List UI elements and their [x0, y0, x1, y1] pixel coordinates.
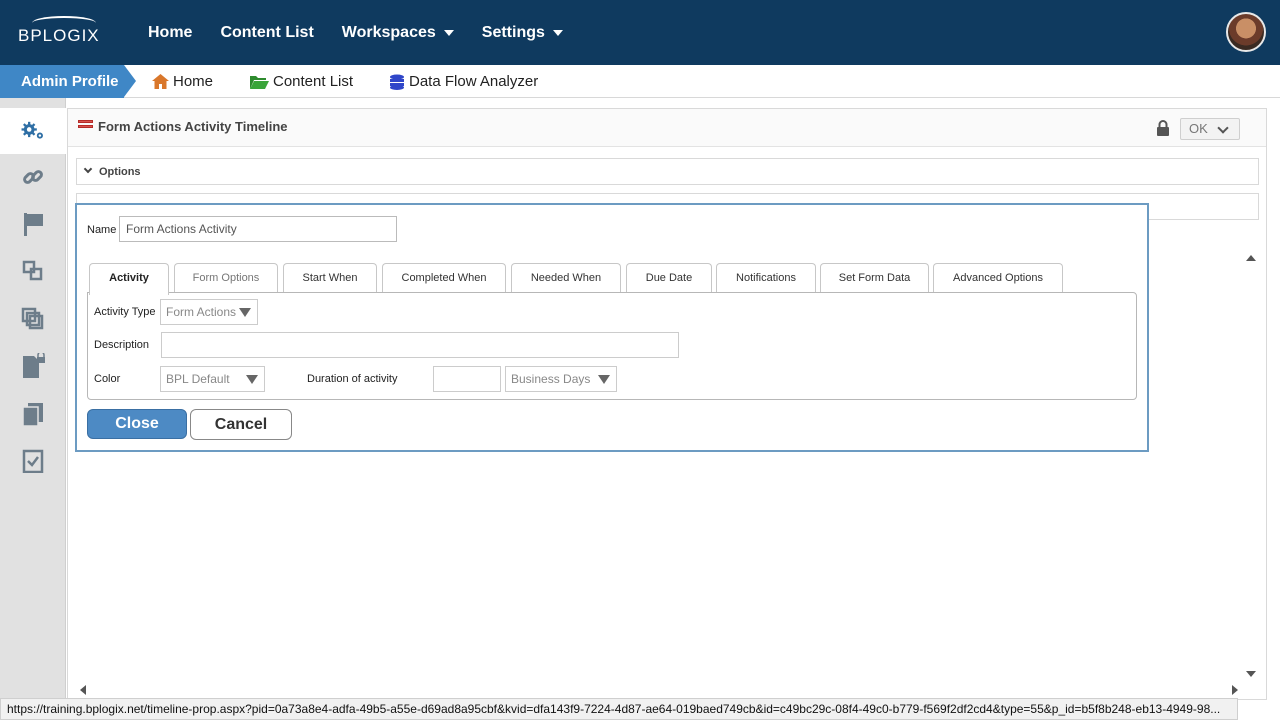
- scroll-up-arrow-icon[interactable]: [1246, 255, 1256, 261]
- scroll-down-arrow-icon[interactable]: [1246, 671, 1256, 677]
- activity-type-select[interactable]: Form Actions: [160, 299, 258, 325]
- chevron-down-icon: [1217, 122, 1229, 134]
- breadcrumb-admin-profile[interactable]: Admin Profile: [0, 65, 136, 98]
- folder-open-icon: [250, 76, 269, 89]
- ok-button-label: OK: [1189, 121, 1208, 136]
- copy-icon[interactable]: [20, 401, 46, 427]
- nav-content-list[interactable]: Content List: [220, 24, 313, 42]
- breadcrumb-data-flow-analyzer-label: Data Flow Analyzer: [409, 73, 539, 90]
- top-navigation-bar: BPLOGIX Home Content List Workspaces Set…: [0, 0, 1280, 65]
- nav-settings-label: Settings: [481, 23, 545, 41]
- checklist-icon[interactable]: [20, 448, 46, 474]
- scroll-left-arrow-icon[interactable]: [80, 685, 86, 695]
- caret-down-icon: [552, 29, 563, 36]
- tab-completed-when[interactable]: Completed When: [382, 263, 506, 293]
- options-section-header[interactable]: Options: [76, 158, 1259, 185]
- breadcrumb-home[interactable]: Home: [152, 65, 213, 98]
- duration-unit-value: Business Days: [511, 372, 591, 386]
- nav-home[interactable]: Home: [148, 24, 192, 42]
- layers-icon[interactable]: [20, 306, 46, 332]
- scroll-right-arrow-icon[interactable]: [1232, 685, 1238, 695]
- tab-needed-when[interactable]: Needed When: [511, 263, 621, 293]
- ok-dropdown-button[interactable]: OK: [1180, 118, 1240, 140]
- caret-down-icon: [443, 29, 454, 36]
- duration-input[interactable]: [433, 366, 501, 392]
- tab-notifications[interactable]: Notifications: [716, 263, 816, 293]
- breadcrumb-content-list-label: Content List: [273, 73, 354, 90]
- timeline-icon: [78, 120, 93, 133]
- breadcrumb-content-list[interactable]: Content List: [250, 65, 353, 98]
- left-sidebar: [0, 98, 66, 720]
- tab-start-when[interactable]: Start When: [283, 263, 377, 293]
- gears-icon[interactable]: [20, 118, 46, 144]
- flag-icon[interactable]: [20, 211, 46, 237]
- name-input[interactable]: [119, 216, 397, 242]
- nav-workspaces[interactable]: Workspaces: [342, 24, 454, 42]
- chevron-down-icon: [83, 164, 93, 174]
- description-label: Description: [94, 339, 150, 351]
- lock-icon[interactable]: [1156, 120, 1170, 136]
- tab-advanced-options[interactable]: Advanced Options: [933, 263, 1063, 293]
- dropdown-arrow-icon: [598, 375, 610, 384]
- name-label: Name: [87, 224, 117, 236]
- status-bar-url: https://training.bplogix.net/timeline-pr…: [0, 698, 1238, 720]
- database-icon: [390, 74, 404, 90]
- dropdown-arrow-icon: [239, 308, 251, 317]
- breadcrumb-data-flow-analyzer[interactable]: Data Flow Analyzer: [389, 65, 538, 98]
- color-value: BPL Default: [166, 372, 230, 386]
- color-select[interactable]: BPL Default: [160, 366, 265, 392]
- locked-file-icon[interactable]: [20, 353, 46, 379]
- breadcrumb-home-label: Home: [173, 73, 214, 90]
- activity-properties-dialog: Name Activity Form Options Start When Co…: [75, 203, 1149, 452]
- close-button[interactable]: Close: [87, 409, 187, 439]
- panel-header: Form Actions Activity Timeline OK: [68, 109, 1266, 147]
- bplogix-logo[interactable]: BPLOGIX: [18, 16, 100, 45]
- description-input[interactable]: [161, 332, 679, 358]
- tab-activity[interactable]: Activity: [89, 263, 169, 295]
- color-label: Color: [94, 373, 121, 385]
- activity-type-label: Activity Type: [94, 306, 156, 318]
- shapes-icon[interactable]: [20, 258, 46, 284]
- options-label: Options: [99, 166, 141, 178]
- nav-workspaces-label: Workspaces: [341, 23, 436, 41]
- tab-due-date[interactable]: Due Date: [626, 263, 712, 293]
- nav-home-label: Home: [148, 23, 193, 41]
- home-icon: [152, 74, 169, 89]
- dropdown-arrow-icon: [246, 375, 258, 384]
- tab-form-options[interactable]: Form Options: [174, 263, 278, 293]
- logo-text: BPLOGIX: [18, 26, 100, 45]
- link-icon[interactable]: [20, 164, 46, 190]
- panel-title: Form Actions Activity Timeline: [98, 119, 288, 134]
- activity-type-value: Form Actions: [166, 305, 237, 319]
- activity-tab-content: Activity Type Form Actions Description C…: [87, 292, 1137, 400]
- duration-unit-select[interactable]: Business Days: [505, 366, 617, 392]
- user-avatar[interactable]: [1226, 12, 1266, 52]
- cancel-button[interactable]: Cancel: [190, 409, 292, 440]
- nav-settings[interactable]: Settings: [482, 24, 563, 42]
- breadcrumb-bar: Admin Profile Home Content List Data Flo…: [0, 65, 1280, 98]
- nav-content-list-label: Content List: [220, 23, 314, 41]
- tab-set-form-data[interactable]: Set Form Data: [820, 263, 929, 293]
- main-nav: Home Content List Workspaces Settings: [148, 0, 591, 65]
- duration-label: Duration of activity: [307, 373, 398, 385]
